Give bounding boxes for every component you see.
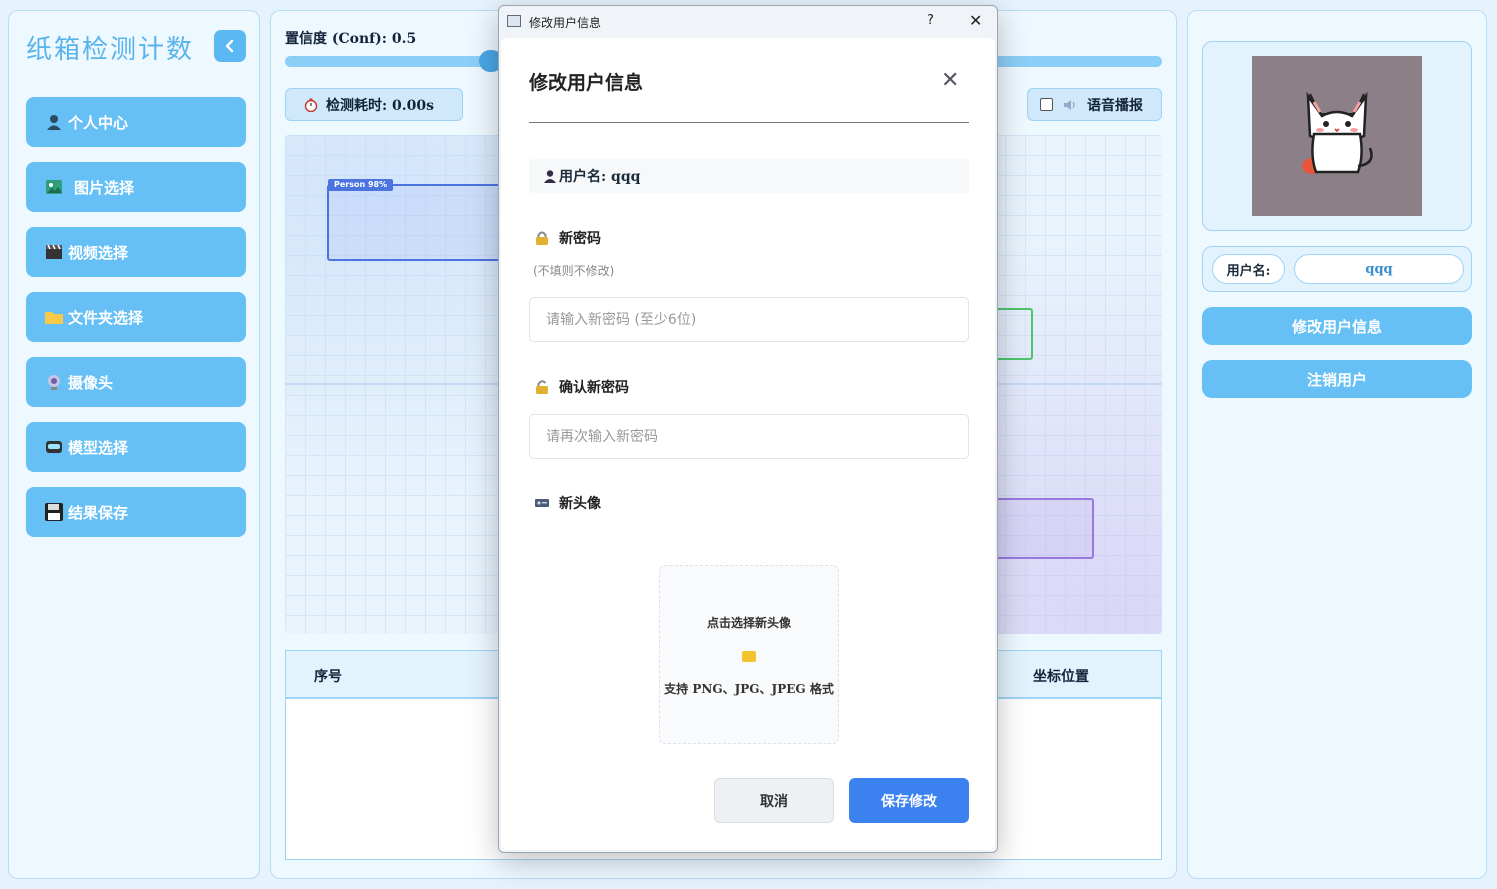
avatar-card bbox=[1202, 41, 1472, 231]
clapperboard-icon bbox=[44, 242, 64, 262]
edit-user-info-button[interactable]: 修改用户信息 bbox=[1202, 307, 1472, 345]
new-avatar-label: 新头像 bbox=[559, 496, 601, 512]
chevron-left-icon bbox=[225, 39, 234, 53]
nav-model-select[interactable]: 模型选择 bbox=[26, 422, 246, 472]
voice-broadcast-toggle[interactable]: 语音播报 bbox=[1027, 88, 1162, 121]
dialog-window-title: 修改用户信息 bbox=[529, 16, 602, 30]
dialog-close-icon[interactable]: ✕ bbox=[941, 68, 959, 93]
lock-icon bbox=[533, 230, 551, 246]
confidence-label: 置信度 (Conf): 0.5 bbox=[285, 31, 417, 47]
user-panel: 用户名: qqq 修改用户信息 注销用户 bbox=[1187, 10, 1487, 879]
id-card-icon bbox=[533, 495, 551, 511]
dialog-body: 修改用户信息 ✕ 用户名: qqq 新密码 (不填则不修改) 确认新密码 新头像… bbox=[501, 38, 995, 850]
nav-personal-center[interactable]: 个人中心 bbox=[26, 97, 246, 147]
lock-icon bbox=[533, 379, 551, 395]
confirm-password-label: 确认新密码 bbox=[559, 380, 629, 396]
nav-label: 摄像头 bbox=[68, 373, 114, 392]
save-button[interactable]: 保存修改 bbox=[849, 778, 969, 823]
collapse-sidebar-button[interactable] bbox=[214, 30, 246, 62]
detection-box: Person 98% bbox=[327, 179, 527, 261]
new-password-section: 新密码 bbox=[533, 228, 601, 248]
confirm-password-section: 确认新密码 bbox=[533, 377, 629, 397]
upload-title: 点击选择新头像 bbox=[706, 616, 791, 630]
avatar-upload-area[interactable]: 点击选择新头像 支持 PNG、JPG、JPEG 格式 bbox=[659, 565, 839, 744]
detection-time: 检测耗时: 0.00s bbox=[326, 97, 435, 114]
column-header: 序号 bbox=[314, 669, 342, 685]
new-avatar-section: 新头像 bbox=[533, 493, 601, 513]
cat-avatar-icon bbox=[1302, 91, 1373, 174]
floppy-disk-icon bbox=[44, 502, 64, 522]
new-password-input[interactable] bbox=[529, 297, 969, 342]
nav-camera[interactable]: 摄像头 bbox=[26, 357, 246, 407]
new-password-hint: (不填则不修改) bbox=[533, 264, 615, 278]
logout-button[interactable]: 注销用户 bbox=[1202, 360, 1472, 398]
person-icon bbox=[543, 169, 557, 183]
dialog-heading: 修改用户信息 bbox=[529, 72, 644, 94]
nav-image-select[interactable]: 图片选择 bbox=[26, 162, 246, 212]
username-value: qqq bbox=[1294, 254, 1464, 284]
new-password-label: 新密码 bbox=[559, 231, 601, 247]
stopwatch-icon bbox=[304, 98, 318, 112]
nav-folder-select[interactable]: 文件夹选择 bbox=[26, 292, 246, 342]
nav-label: 视频选择 bbox=[68, 243, 129, 262]
robot-icon bbox=[44, 437, 64, 457]
nav-video-select[interactable]: 视频选择 bbox=[26, 227, 246, 277]
window-close-icon[interactable]: ✕ bbox=[969, 11, 982, 30]
voice-broadcast-checkbox[interactable] bbox=[1040, 98, 1053, 111]
folder-icon bbox=[742, 651, 756, 662]
window-icon bbox=[507, 15, 521, 27]
nav-label: 模型选择 bbox=[68, 438, 129, 457]
avatar bbox=[1252, 56, 1422, 216]
confirm-password-input[interactable] bbox=[529, 414, 969, 459]
divider bbox=[529, 122, 969, 123]
cancel-button[interactable]: 取消 bbox=[714, 778, 834, 823]
username-line: 用户名: qqq bbox=[559, 169, 641, 185]
nav-save-results[interactable]: 结果保存 bbox=[26, 487, 246, 537]
nav-label: 文件夹选择 bbox=[68, 308, 144, 327]
webcam-icon bbox=[44, 372, 64, 392]
dialog-titlebar[interactable]: 修改用户信息 ? ✕ bbox=[499, 6, 997, 38]
upload-formats: 支持 PNG、JPG、JPEG 格式 bbox=[664, 682, 834, 696]
column-header: 坐标位置 bbox=[1033, 669, 1089, 685]
current-username: 用户名: qqq bbox=[529, 159, 969, 193]
sidebar: 纸箱检测计数 个人中心 图片选择 视频选择 文件夹选择 摄像头 模型选择 结果保… bbox=[8, 10, 260, 879]
folder-icon bbox=[44, 307, 64, 327]
username-label: 用户名: bbox=[1212, 254, 1285, 284]
nav-label: 图片选择 bbox=[74, 178, 135, 197]
help-button[interactable]: ? bbox=[927, 13, 934, 28]
detection-time-chip: 检测耗时: 0.00s bbox=[285, 88, 463, 121]
username-row: 用户名: qqq bbox=[1202, 246, 1472, 292]
app-title: 纸箱检测计数 bbox=[26, 35, 195, 65]
nav-label: 个人中心 bbox=[68, 113, 129, 132]
edit-user-dialog: 修改用户信息 ? ✕ 修改用户信息 ✕ 用户名: qqq 新密码 (不填则不修改… bbox=[498, 5, 998, 853]
nav-label: 结果保存 bbox=[68, 503, 129, 522]
voice-broadcast-label: 语音播报 bbox=[1087, 97, 1143, 114]
detection-tag: Person 98% bbox=[328, 179, 394, 191]
image-icon bbox=[44, 177, 64, 197]
speaker-icon bbox=[1063, 99, 1079, 111]
person-icon bbox=[44, 112, 64, 132]
detection-box bbox=[985, 498, 1094, 559]
